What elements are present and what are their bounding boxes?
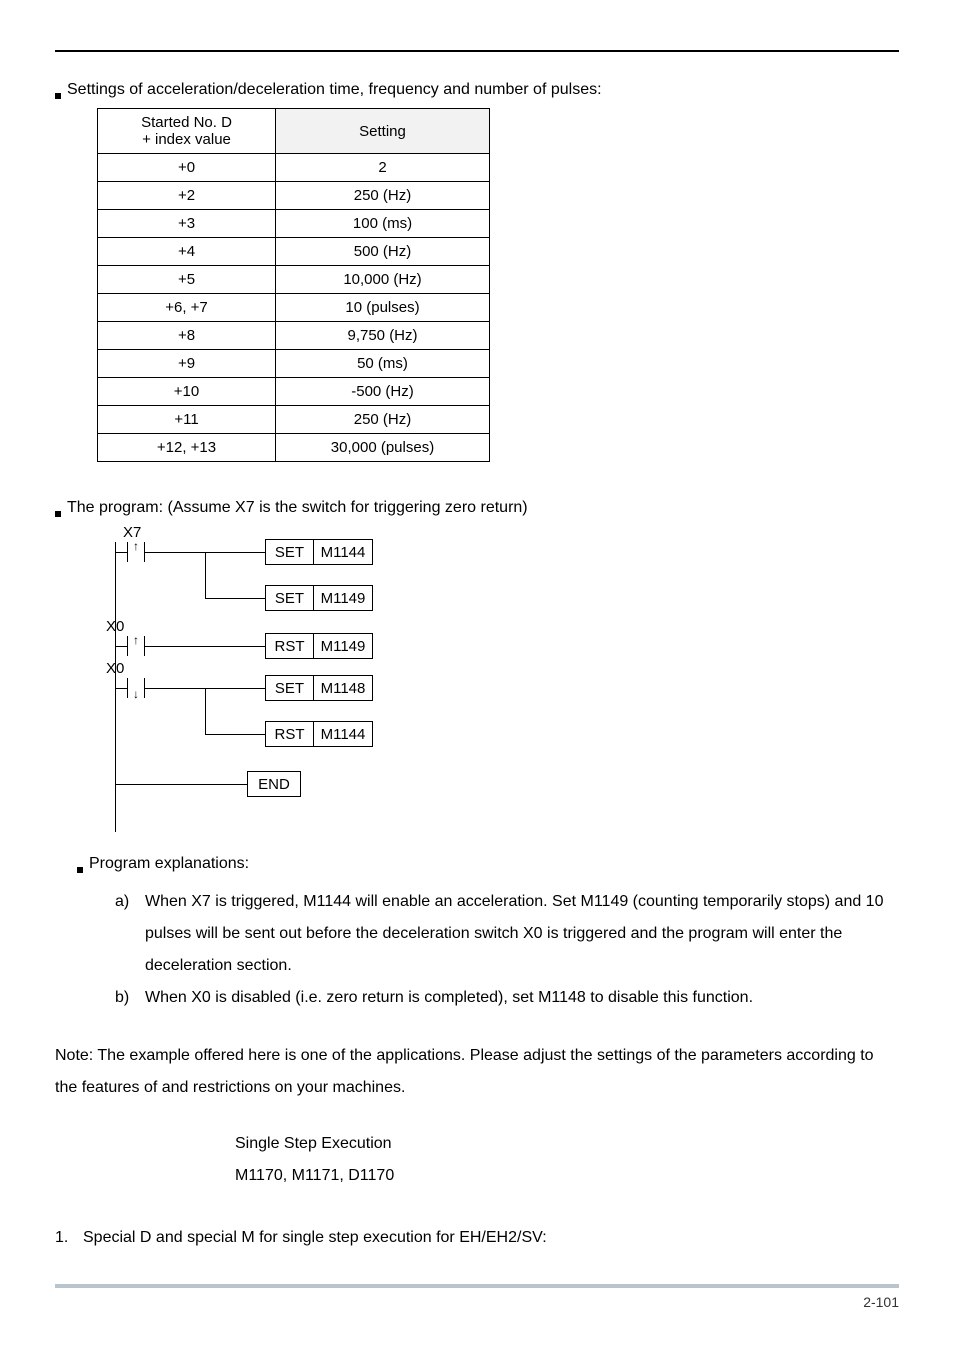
bullet-text: Program explanations: — [89, 852, 249, 876]
contact-label-x0b: X0 — [106, 660, 124, 677]
instruction-box: SET M1149 — [265, 585, 373, 611]
page-footer: 2-101 — [55, 1284, 899, 1310]
bullet-icon — [55, 511, 61, 517]
table-row: +89,750 (Hz) — [98, 322, 490, 350]
table-row: +3100 (ms) — [98, 210, 490, 238]
table-row: +4500 (Hz) — [98, 238, 490, 266]
instruction-box: SET M1144 — [265, 539, 373, 565]
table-row: +2250 (Hz) — [98, 182, 490, 210]
instruction-box: RST M1144 — [265, 721, 373, 747]
numbered-text: Special D and special M for single step … — [83, 1222, 547, 1254]
rising-contact-icon: ↑ — [127, 636, 145, 656]
table-header-col1: Started No. D + index value — [98, 109, 276, 154]
explanation-list: a) When X7 is triggered, M1144 will enab… — [115, 886, 899, 1014]
falling-contact-icon: ↓ — [127, 678, 145, 698]
table-row: +02 — [98, 154, 490, 182]
bullet-explanations: Program explanations: — [77, 852, 899, 876]
bullet-icon — [77, 867, 83, 873]
rising-contact-icon: ↑ — [127, 542, 145, 562]
table-row: +11250 (Hz) — [98, 406, 490, 434]
table-row: +510,000 (Hz) — [98, 266, 490, 294]
center-block: Single Step Execution M1170, M1171, D117… — [235, 1128, 899, 1192]
bullet-icon — [55, 93, 61, 99]
end-box: END — [247, 771, 301, 797]
contact-label-x0: X0 — [106, 618, 124, 635]
list-item: b) When X0 is disabled (i.e. zero return… — [115, 982, 899, 1014]
settings-table: Started No. D + index value Setting +02 … — [97, 108, 490, 462]
table-header-col2: Setting — [276, 109, 490, 154]
bullet-settings: Settings of acceleration/deceleration ti… — [55, 78, 899, 102]
center-line2: M1170, M1171, D1170 — [235, 1160, 899, 1192]
list-item: a) When X7 is triggered, M1144 will enab… — [115, 886, 899, 982]
bullet-text: The program: (Assume X7 is the switch fo… — [67, 496, 528, 520]
instruction-box: SET M1148 — [265, 675, 373, 701]
table-row: +10-500 (Hz) — [98, 378, 490, 406]
page-number: 2-101 — [863, 1294, 899, 1310]
numbered-item-1: 1. Special D and special M for single st… — [55, 1222, 899, 1254]
instruction-box: RST M1149 — [265, 633, 373, 659]
bullet-program: The program: (Assume X7 is the switch fo… — [55, 496, 899, 520]
table-row: +950 (ms) — [98, 350, 490, 378]
note-paragraph: Note: The example offered here is one of… — [55, 1040, 899, 1104]
ladder-diagram: X7 ↑ SET M1144 SET M1149 X0 ↑ — [97, 526, 387, 836]
table-row: +12, +1330,000 (pulses) — [98, 434, 490, 462]
bullet-text: Settings of acceleration/deceleration ti… — [67, 78, 602, 102]
explanation-a: When X7 is triggered, M1144 will enable … — [145, 886, 899, 982]
explanation-b: When X0 is disabled (i.e. zero return is… — [145, 982, 753, 1014]
center-line1: Single Step Execution — [235, 1128, 899, 1160]
table-row: +6, +710 (pulses) — [98, 294, 490, 322]
